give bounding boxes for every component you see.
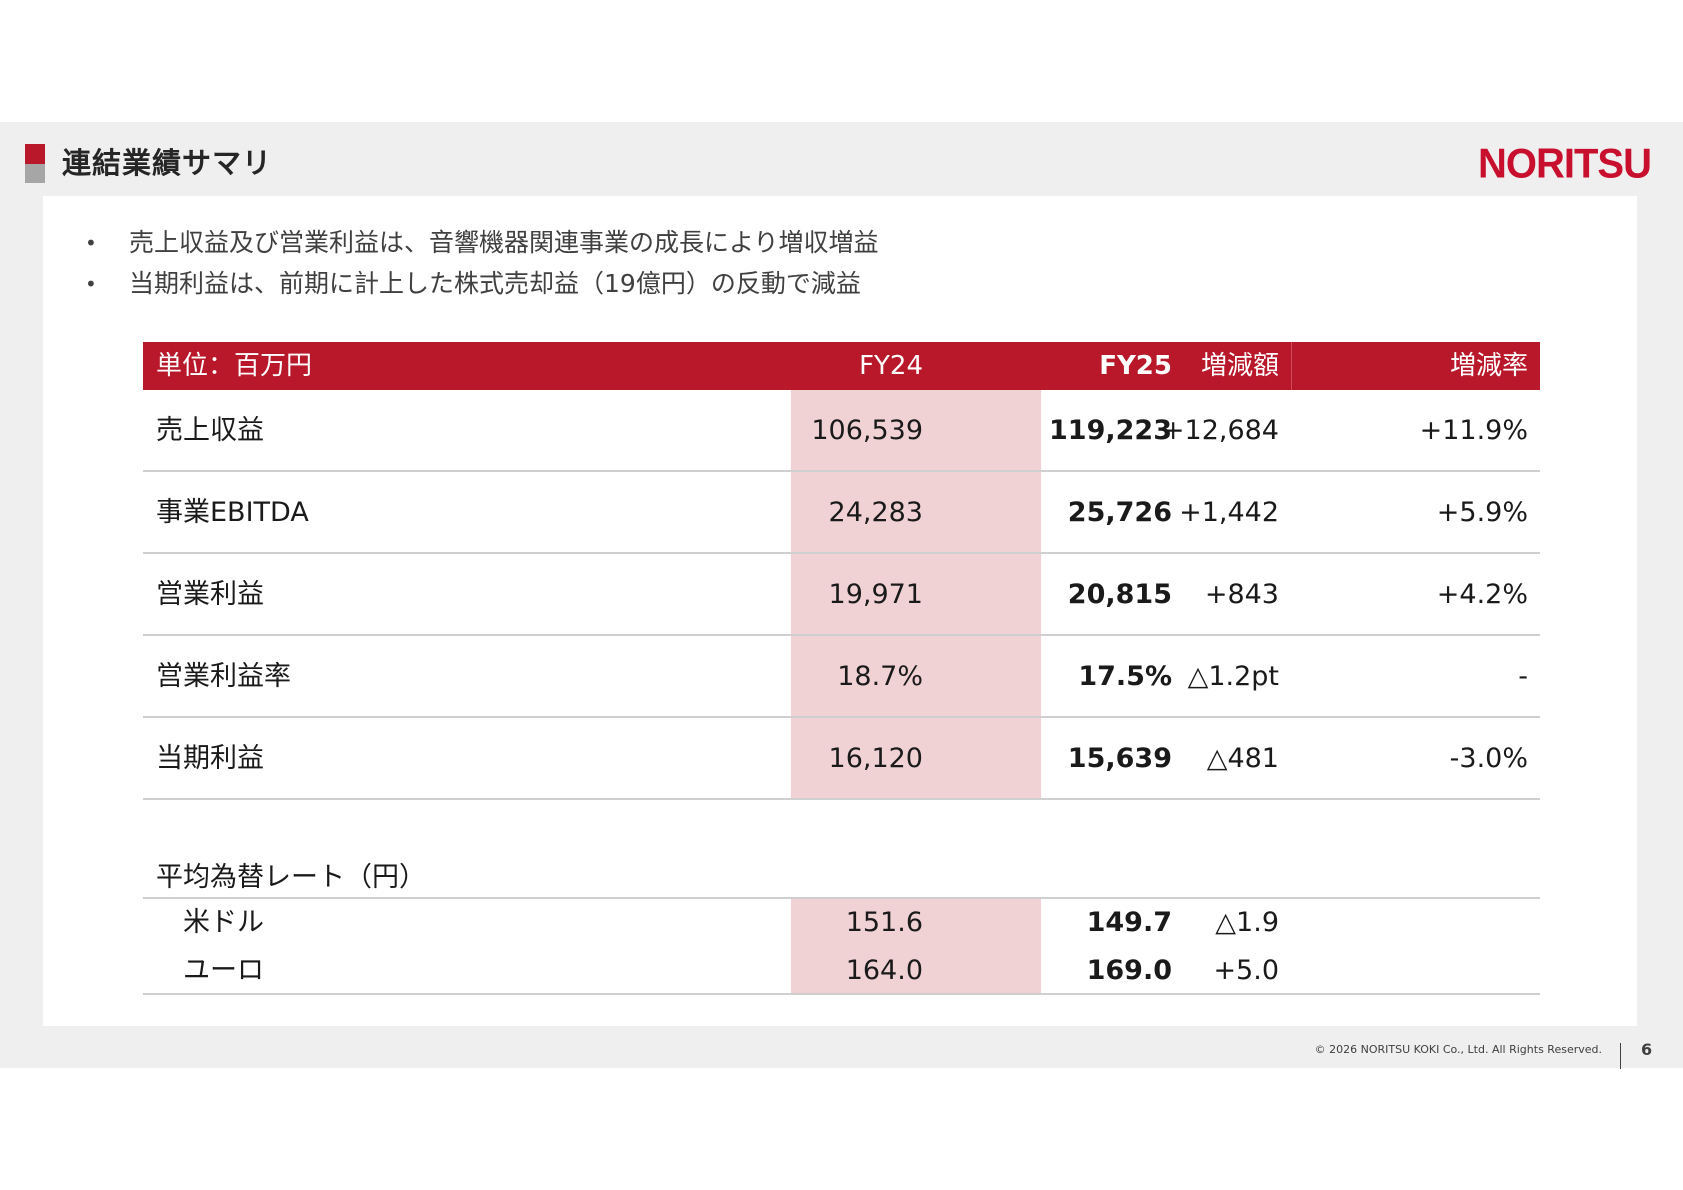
fx-diff: +5.0 — [1213, 955, 1279, 986]
bullet-item: 当期利益は、前期に計上した株式売却益（19億円）の反動で減益 — [85, 266, 879, 307]
table-row: 営業利益率 18.7% 17.5% △1.2pt - — [143, 636, 1540, 718]
row-fy24: 106,539 — [811, 415, 923, 446]
header-separator — [1291, 342, 1292, 390]
fx-fy25: 149.7 — [1086, 907, 1172, 938]
table-row: 事業EBITDA 24,283 25,726 +1,442 +5.9% — [143, 472, 1540, 554]
row-rate: - — [1518, 661, 1528, 692]
footer-copyright: © 2026 NORITSU KOKI Co., Ltd. All Rights… — [1314, 1043, 1602, 1056]
row-diff: △481 — [1206, 743, 1279, 774]
row-rate: +4.2% — [1436, 579, 1528, 610]
summary-bullets: 売上収益及び営業利益は、音響機器関連事業の成長により増収増益 当期利益は、前期に… — [85, 225, 879, 307]
fx-section-title: 平均為替レート（円） — [156, 862, 426, 893]
header-diff: 増減額 — [1200, 351, 1279, 381]
row-fy24: 19,971 — [828, 579, 923, 610]
noritsu-logo: NORITSU — [1478, 140, 1652, 188]
header-unit: 単位：百万円 — [156, 351, 313, 381]
row-fy24: 16,120 — [828, 743, 923, 774]
title-marker-gray — [25, 164, 45, 183]
footer-separator — [1620, 1043, 1621, 1069]
row-rate: -3.0% — [1449, 743, 1528, 774]
row-fy25: 17.5% — [1078, 661, 1172, 692]
row-diff: +843 — [1204, 579, 1279, 610]
fx-label: ユーロ — [183, 955, 264, 986]
row-diff: +12,684 — [1161, 415, 1279, 446]
row-fy25: 20,815 — [1067, 579, 1172, 610]
table-row: 売上収益 106,539 119,223 +12,684 +11.9% — [143, 390, 1540, 472]
fx-fy24: 164.0 — [845, 955, 923, 986]
row-fy24: 24,283 — [828, 497, 923, 528]
fx-fy25: 169.0 — [1086, 955, 1172, 986]
row-label: 売上収益 — [156, 415, 264, 446]
header-rate: 増減率 — [1449, 351, 1528, 381]
bullet-item: 売上収益及び営業利益は、音響機器関連事業の成長により増収増益 — [85, 225, 879, 266]
table-header: 単位：百万円 FY24 FY25 増減額 増減率 — [143, 342, 1540, 390]
row-rate: +5.9% — [1436, 497, 1528, 528]
fx-diff: △1.9 — [1215, 907, 1279, 938]
page-title: 連結業績サマリ — [62, 146, 273, 180]
row-label: 営業利益率 — [156, 661, 291, 692]
title-marker-red — [25, 144, 45, 164]
row-fy25: 15,639 — [1067, 743, 1172, 774]
fx-label: 米ドル — [183, 907, 264, 938]
page-number: 6 — [1641, 1040, 1653, 1059]
table-row: 営業利益 19,971 20,815 +843 +4.2% — [143, 554, 1540, 636]
row-label: 営業利益 — [156, 579, 264, 610]
row-label: 事業EBITDA — [156, 497, 309, 528]
header-fy24: FY24 — [859, 351, 923, 381]
row-diff: +1,442 — [1179, 497, 1279, 528]
table-row: 当期利益 16,120 15,639 △481 -3.0% — [143, 718, 1540, 800]
header-fy25: FY25 — [1099, 351, 1172, 381]
row-label: 当期利益 — [156, 743, 264, 774]
row-diff: △1.2pt — [1187, 661, 1279, 692]
row-fy24: 18.7% — [837, 661, 923, 692]
fx-row: 米ドル 151.6 149.7 △1.9 — [143, 899, 1540, 947]
fx-row: ユーロ 164.0 169.0 +5.0 — [143, 947, 1540, 995]
row-fy25: 119,223 — [1049, 415, 1172, 446]
fx-fy24: 151.6 — [845, 907, 923, 938]
row-fy25: 25,726 — [1067, 497, 1172, 528]
row-rate: +11.9% — [1419, 415, 1528, 446]
fx-divider-bottom — [143, 993, 1540, 995]
